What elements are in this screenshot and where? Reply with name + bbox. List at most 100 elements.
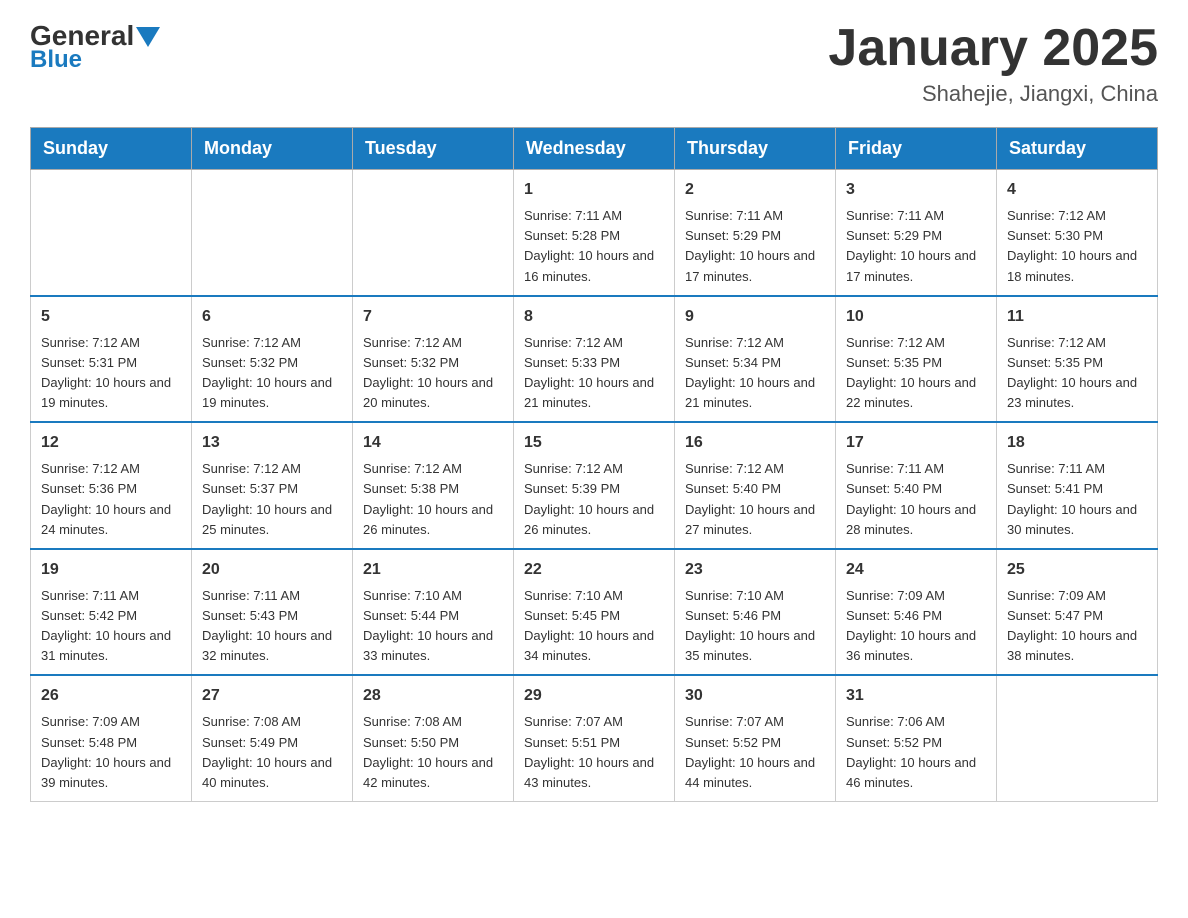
calendar-cell: 19 Sunrise: 7:11 AM Sunset: 5:42 PM Dayli… bbox=[31, 549, 192, 676]
calendar-cell: 3 Sunrise: 7:11 AM Sunset: 5:29 PM Daylig… bbox=[836, 170, 997, 296]
calendar-week-row: 12 Sunrise: 7:12 AM Sunset: 5:36 PM Dayli… bbox=[31, 422, 1158, 549]
day-info: Sunrise: 7:12 AM Sunset: 5:33 PM Dayligh… bbox=[524, 333, 664, 414]
day-number: 31 bbox=[846, 684, 986, 708]
day-info: Sunrise: 7:10 AM Sunset: 5:46 PM Dayligh… bbox=[685, 586, 825, 667]
day-number: 29 bbox=[524, 684, 664, 708]
day-info: Sunrise: 7:12 AM Sunset: 5:39 PM Dayligh… bbox=[524, 459, 664, 540]
day-number: 18 bbox=[1007, 431, 1147, 455]
day-number: 13 bbox=[202, 431, 342, 455]
day-of-week-header: Sunday bbox=[31, 128, 192, 170]
calendar-cell: 26Sunrise: 7:09 AM Sunset: 5:48 PM Dayli… bbox=[31, 675, 192, 801]
day-info: Sunrise: 7:11 AM Sunset: 5:28 PM Dayligh… bbox=[524, 206, 664, 287]
calendar-cell: 21 Sunrise: 7:10 AM Sunset: 5:44 PM Dayli… bbox=[353, 549, 514, 676]
day-info: Sunrise: 7:11 AM Sunset: 5:41 PM Dayligh… bbox=[1007, 459, 1147, 540]
day-info: Sunrise: 7:10 AM Sunset: 5:44 PM Dayligh… bbox=[363, 586, 503, 667]
day-info: Sunrise: 7:11 AM Sunset: 5:43 PM Dayligh… bbox=[202, 586, 342, 667]
calendar-week-row: 26Sunrise: 7:09 AM Sunset: 5:48 PM Dayli… bbox=[31, 675, 1158, 801]
day-number: 4 bbox=[1007, 178, 1147, 202]
calendar-cell: 1 Sunrise: 7:11 AM Sunset: 5:28 PM Daylig… bbox=[514, 170, 675, 296]
calendar-cell: 22 Sunrise: 7:10 AM Sunset: 5:45 PM Dayli… bbox=[514, 549, 675, 676]
calendar-cell: 29 Sunrise: 7:07 AM Sunset: 5:51 PM Dayli… bbox=[514, 675, 675, 801]
calendar-cell: 13 Sunrise: 7:12 AM Sunset: 5:37 PM Dayli… bbox=[192, 422, 353, 549]
day-number: 22 bbox=[524, 558, 664, 582]
calendar-cell: 8 Sunrise: 7:12 AM Sunset: 5:33 PM Daylig… bbox=[514, 296, 675, 423]
day-number: 17 bbox=[846, 431, 986, 455]
day-number: 10 bbox=[846, 305, 986, 329]
day-number: 11 bbox=[1007, 305, 1147, 329]
calendar-cell: 31 Sunrise: 7:06 AM Sunset: 5:52 PM Dayli… bbox=[836, 675, 997, 801]
calendar-week-row: 1 Sunrise: 7:11 AM Sunset: 5:28 PM Daylig… bbox=[31, 170, 1158, 296]
title-section: January 2025 Shahejie, Jiangxi, China bbox=[828, 20, 1158, 107]
calendar-cell: 12 Sunrise: 7:12 AM Sunset: 5:36 PM Dayli… bbox=[31, 422, 192, 549]
day-number: 28 bbox=[363, 684, 503, 708]
day-info: Sunrise: 7:12 AM Sunset: 5:38 PM Dayligh… bbox=[363, 459, 503, 540]
calendar-cell: 20 Sunrise: 7:11 AM Sunset: 5:43 PM Dayli… bbox=[192, 549, 353, 676]
day-number: 12 bbox=[41, 431, 181, 455]
day-info: Sunrise: 7:12 AM Sunset: 5:32 PM Dayligh… bbox=[202, 333, 342, 414]
day-info: Sunrise: 7:07 AM Sunset: 5:51 PM Dayligh… bbox=[524, 712, 664, 793]
day-number: 23 bbox=[685, 558, 825, 582]
calendar-cell bbox=[997, 675, 1158, 801]
calendar-cell: 16 Sunrise: 7:12 AM Sunset: 5:40 PM Dayli… bbox=[675, 422, 836, 549]
day-number: 30 bbox=[685, 684, 825, 708]
day-info: Sunrise: 7:12 AM Sunset: 5:36 PM Dayligh… bbox=[41, 459, 181, 540]
month-year-title: January 2025 bbox=[828, 20, 1158, 77]
day-number: 3 bbox=[846, 178, 986, 202]
calendar-cell: 23 Sunrise: 7:10 AM Sunset: 5:46 PM Dayli… bbox=[675, 549, 836, 676]
location-subtitle: Shahejie, Jiangxi, China bbox=[828, 81, 1158, 107]
calendar-cell: 14 Sunrise: 7:12 AM Sunset: 5:38 PM Dayli… bbox=[353, 422, 514, 549]
day-number: 1 bbox=[524, 178, 664, 202]
calendar-cell: 2Sunrise: 7:11 AM Sunset: 5:29 PM Daylig… bbox=[675, 170, 836, 296]
day-info: Sunrise: 7:11 AM Sunset: 5:42 PM Dayligh… bbox=[41, 586, 181, 667]
day-of-week-header: Thursday bbox=[675, 128, 836, 170]
logo: General Blue bbox=[30, 20, 160, 74]
page-header: General Blue January 2025 Shahejie, Jian… bbox=[30, 20, 1158, 107]
day-info: Sunrise: 7:08 AM Sunset: 5:49 PM Dayligh… bbox=[202, 712, 342, 793]
day-number: 14 bbox=[363, 431, 503, 455]
day-info: Sunrise: 7:12 AM Sunset: 5:37 PM Dayligh… bbox=[202, 459, 342, 540]
day-number: 8 bbox=[524, 305, 664, 329]
day-info: Sunrise: 7:11 AM Sunset: 5:29 PM Dayligh… bbox=[846, 206, 986, 287]
calendar-week-row: 5Sunrise: 7:12 AM Sunset: 5:31 PM Daylig… bbox=[31, 296, 1158, 423]
day-of-week-header: Wednesday bbox=[514, 128, 675, 170]
day-number: 6 bbox=[202, 305, 342, 329]
day-info: Sunrise: 7:06 AM Sunset: 5:52 PM Dayligh… bbox=[846, 712, 986, 793]
calendar-cell: 6 Sunrise: 7:12 AM Sunset: 5:32 PM Daylig… bbox=[192, 296, 353, 423]
calendar-cell bbox=[192, 170, 353, 296]
calendar-cell: 25 Sunrise: 7:09 AM Sunset: 5:47 PM Dayli… bbox=[997, 549, 1158, 676]
day-info: Sunrise: 7:12 AM Sunset: 5:34 PM Dayligh… bbox=[685, 333, 825, 414]
day-info: Sunrise: 7:10 AM Sunset: 5:45 PM Dayligh… bbox=[524, 586, 664, 667]
calendar-cell: 7Sunrise: 7:12 AM Sunset: 5:32 PM Daylig… bbox=[353, 296, 514, 423]
day-of-week-header: Saturday bbox=[997, 128, 1158, 170]
day-of-week-header: Friday bbox=[836, 128, 997, 170]
calendar-cell: 10 Sunrise: 7:12 AM Sunset: 5:35 PM Dayli… bbox=[836, 296, 997, 423]
day-number: 25 bbox=[1007, 558, 1147, 582]
day-info: Sunrise: 7:07 AM Sunset: 5:52 PM Dayligh… bbox=[685, 712, 825, 793]
calendar-week-row: 19 Sunrise: 7:11 AM Sunset: 5:42 PM Dayli… bbox=[31, 549, 1158, 676]
day-number: 26 bbox=[41, 684, 181, 708]
calendar-cell bbox=[31, 170, 192, 296]
day-info: Sunrise: 7:12 AM Sunset: 5:32 PM Dayligh… bbox=[363, 333, 503, 414]
calendar-cell: 27 Sunrise: 7:08 AM Sunset: 5:49 PM Dayli… bbox=[192, 675, 353, 801]
day-of-week-header: Tuesday bbox=[353, 128, 514, 170]
day-number: 15 bbox=[524, 431, 664, 455]
day-number: 27 bbox=[202, 684, 342, 708]
day-number: 21 bbox=[363, 558, 503, 582]
day-info: Sunrise: 7:09 AM Sunset: 5:47 PM Dayligh… bbox=[1007, 586, 1147, 667]
day-info: Sunrise: 7:11 AM Sunset: 5:40 PM Dayligh… bbox=[846, 459, 986, 540]
calendar-cell: 28Sunrise: 7:08 AM Sunset: 5:50 PM Dayli… bbox=[353, 675, 514, 801]
day-of-week-header: Monday bbox=[192, 128, 353, 170]
logo-blue: Blue bbox=[30, 46, 82, 73]
day-number: 19 bbox=[41, 558, 181, 582]
day-info: Sunrise: 7:12 AM Sunset: 5:35 PM Dayligh… bbox=[846, 333, 986, 414]
day-info: Sunrise: 7:12 AM Sunset: 5:35 PM Dayligh… bbox=[1007, 333, 1147, 414]
day-info: Sunrise: 7:11 AM Sunset: 5:29 PM Dayligh… bbox=[685, 206, 825, 287]
day-info: Sunrise: 7:12 AM Sunset: 5:40 PM Dayligh… bbox=[685, 459, 825, 540]
day-number: 20 bbox=[202, 558, 342, 582]
day-info: Sunrise: 7:12 AM Sunset: 5:30 PM Dayligh… bbox=[1007, 206, 1147, 287]
calendar-table: SundayMondayTuesdayWednesdayThursdayFrid… bbox=[30, 127, 1158, 802]
day-number: 16 bbox=[685, 431, 825, 455]
logo-arrow-icon bbox=[136, 27, 160, 47]
calendar-cell: 9Sunrise: 7:12 AM Sunset: 5:34 PM Daylig… bbox=[675, 296, 836, 423]
calendar-cell: 4 Sunrise: 7:12 AM Sunset: 5:30 PM Daylig… bbox=[997, 170, 1158, 296]
